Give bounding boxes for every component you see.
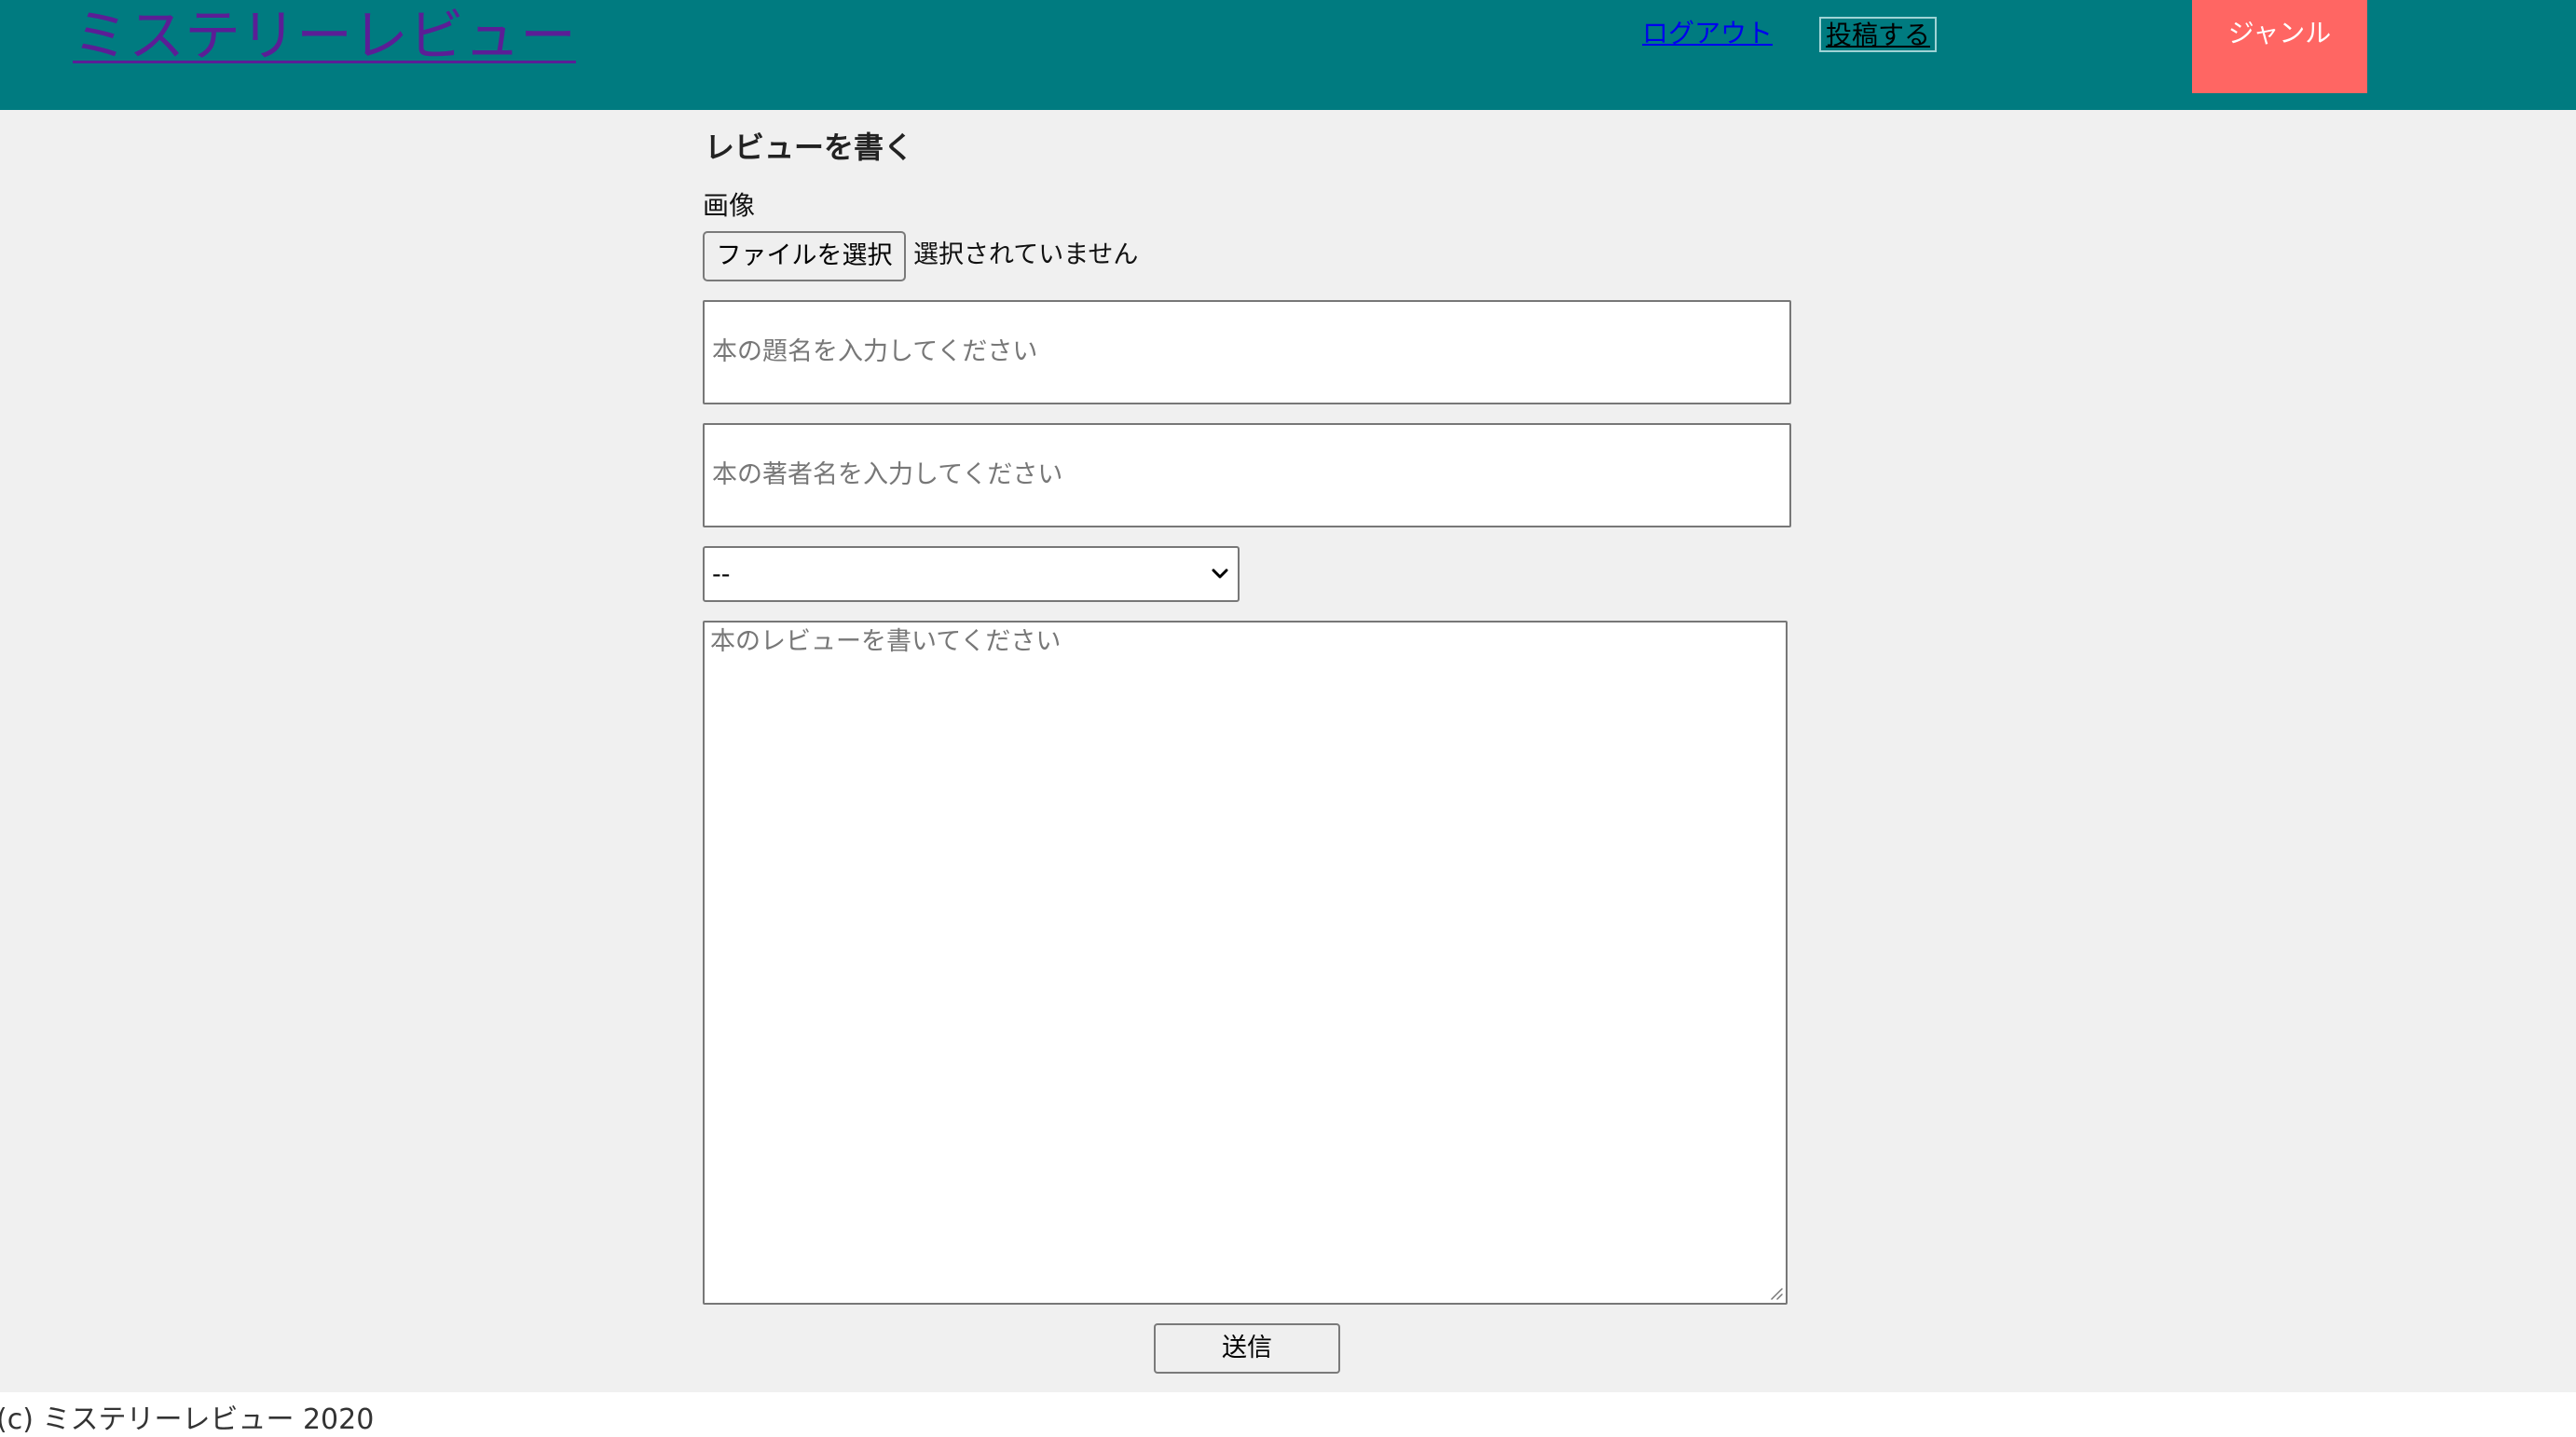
post-link[interactable]: 投稿する [1819,17,1938,52]
genre-menu-button[interactable]: ジャンル [2192,0,2367,93]
logout-link[interactable]: ログアウト [1642,17,1773,50]
genre-select-value: -- [712,560,731,589]
author-placeholder: 本の著者名を入力してください [712,460,1063,489]
form-title: レビューを書く [705,130,914,165]
site-header: ミステリーレビュー ログアウト 投稿する ジャンル [0,0,2576,110]
footer-copyright: (c) ミステリーレビュー 2020 [0,1403,375,1436]
chevron-down-icon [1212,568,1228,579]
submit-button[interactable]: 送信 [1154,1323,1340,1374]
book-title-placeholder: 本の題名を入力してください [712,337,1038,366]
review-placeholder: 本のレビューを書いてください [710,627,1062,656]
file-selection-status: 選択されていません [913,240,1139,269]
site-title-link[interactable]: ミステリーレビュー [73,4,576,69]
review-form-section: レビューを書く 画像 ファイルを選択 選択されていません 本の題名を入力してくだ… [0,110,2576,1392]
book-title-input[interactable]: 本の題名を入力してください [703,300,1791,404]
genre-select[interactable]: -- [703,546,1240,602]
choose-file-button[interactable]: ファイルを選択 [703,231,906,281]
image-label: 画像 [703,190,756,221]
author-input[interactable]: 本の著者名を入力してください [703,423,1791,527]
resize-handle-icon[interactable] [1767,1284,1784,1301]
review-textarea[interactable]: 本のレビューを書いてください [703,621,1788,1305]
